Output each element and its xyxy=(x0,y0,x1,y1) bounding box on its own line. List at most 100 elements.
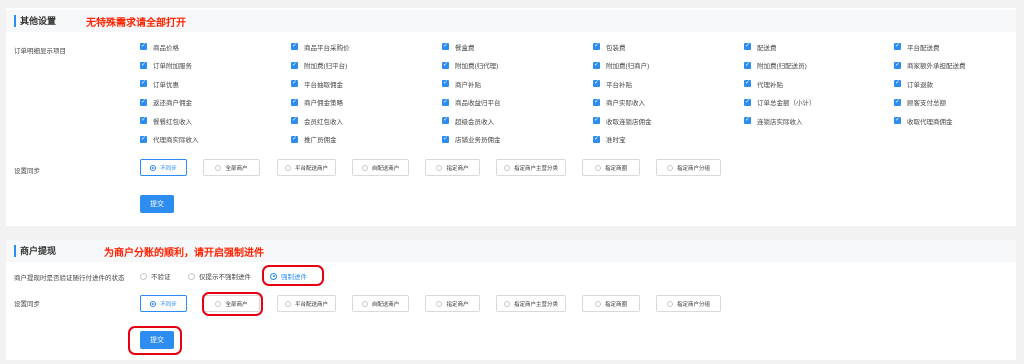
checkbox-item[interactable]: ✓ 返还商户佣金 xyxy=(140,98,192,107)
checkbox-item[interactable]: ✓ 商户实际收入 xyxy=(593,98,645,107)
radio-icon xyxy=(150,164,157,171)
sync-option[interactable]: 指定商户主营分类 xyxy=(496,295,566,312)
check-icon: ✓ xyxy=(140,98,147,106)
radio-icon xyxy=(666,300,673,307)
checkbox-item[interactable]: ✓ 附加费(归商户) xyxy=(593,61,649,70)
check-icon: ✓ xyxy=(894,117,901,124)
sync-option[interactable]: 自配送商户 xyxy=(352,295,409,312)
checkbox-item[interactable]: ✓ 订单优惠 xyxy=(140,79,179,89)
highlight-force-entry xyxy=(262,265,324,286)
check-icon: ✓ xyxy=(442,80,449,87)
section-note: 为商户分账的顺利，请开启强制进件 xyxy=(104,248,264,259)
checkbox-item[interactable]: ✓ 会员红包收入 xyxy=(291,116,343,126)
sync-option[interactable]: 指定商户 xyxy=(425,159,480,176)
radio-icon xyxy=(503,164,510,171)
checkbox-item[interactable]: ✓ 订单附加服务 xyxy=(140,61,192,70)
checkbox-item[interactable]: ✓ 商品平台采购价 xyxy=(291,42,350,52)
checkbox-item[interactable]: ✓ 平台抽取佣金 xyxy=(291,79,343,89)
check-icon: ✓ xyxy=(291,117,298,124)
check-icon: ✓ xyxy=(140,43,147,50)
checkbox-item[interactable]: ✓ 平台配送费 xyxy=(894,42,940,52)
sync-option[interactable]: 指定商圈 xyxy=(582,295,640,312)
check-icon: ✓ xyxy=(593,43,600,50)
radio-icon xyxy=(150,300,157,307)
checkbox-label: 准时宝 xyxy=(606,137,626,144)
radio-icon xyxy=(215,164,222,171)
check-icon: ✓ xyxy=(140,135,147,143)
sync-option[interactable]: 指定商户分组 xyxy=(656,159,721,176)
check-icon: ✓ xyxy=(291,43,298,50)
checkbox-label: 附加费(归商户) xyxy=(606,63,650,70)
checkbox-item[interactable]: ✓ 附加费(归代理) xyxy=(442,61,498,70)
checkbox-item[interactable]: ✓ 商家额外承担配送费 xyxy=(894,61,966,70)
checkbox-label: 配送费 xyxy=(757,44,777,52)
checkbox-item[interactable]: ✓ 顾客支付总额 xyxy=(894,98,946,107)
check-icon: ✓ xyxy=(140,117,147,124)
checkbox-item[interactable]: ✓ 超级会员收入 xyxy=(442,116,494,126)
checkbox-label: 商家额外承担配送费 xyxy=(907,63,966,70)
submit-button[interactable]: 提交 xyxy=(140,195,174,213)
check-icon: ✓ xyxy=(744,43,751,50)
checkbox-label: 连锁店实际收入 xyxy=(757,118,803,126)
sync-option-label: 平台配送商户 xyxy=(294,301,328,308)
sync-option-label: 指定商户 xyxy=(446,301,469,308)
radio-icon xyxy=(140,272,147,280)
section-note: 无特殊需求请全部打开 xyxy=(86,18,186,29)
checkbox-item[interactable]: ✓ 店铺业务员佣金 xyxy=(442,135,501,144)
section-accent-bar xyxy=(14,245,16,257)
checkbox-item[interactable]: ✓ 包装费 xyxy=(593,42,626,52)
checkbox-label: 商户佣金策略 xyxy=(304,100,343,107)
sync-option[interactable]: 不同步 xyxy=(140,295,187,312)
checkbox-item[interactable]: ✓ 商户佣金策略 xyxy=(291,98,343,107)
checkbox-item[interactable]: ✓ 订单总金额（小计） xyxy=(744,98,816,107)
checkbox-item[interactable]: ✓ 餐盒费 xyxy=(442,42,475,52)
radio-label: 仅提示不强制进件 xyxy=(199,274,251,281)
checkbox-item[interactable]: ✓ 配送费 xyxy=(744,42,777,52)
checkbox-item[interactable]: ✓ 商品价格 xyxy=(140,42,179,52)
checkbox-item[interactable]: ✓ 准时宝 xyxy=(593,135,626,144)
check-icon: ✓ xyxy=(442,117,449,124)
checkbox-item[interactable]: ✓ 收取代理商佣金 xyxy=(894,116,953,126)
checkbox-item[interactable]: ✓ 商品收益归平台 xyxy=(442,98,501,107)
sync-option[interactable]: 平台配送商户 xyxy=(277,295,336,312)
radio-no-verify[interactable]: 不验证 xyxy=(140,271,171,281)
checkbox-item[interactable]: ✓ 附加费(归平台) xyxy=(291,61,347,70)
sync-option[interactable]: 指定商户主营分类 xyxy=(496,159,566,176)
checkbox-item[interactable]: ✓ 附加费(归配送员) xyxy=(744,61,807,70)
sync-option[interactable]: 指定商户分组 xyxy=(656,295,721,312)
checkbox-item[interactable]: ✓ 餐餐红包收入 xyxy=(140,116,192,126)
checkbox-label: 附加费(归代理) xyxy=(455,63,499,70)
radio-icon xyxy=(594,164,601,171)
sync-option[interactable]: 指定商户 xyxy=(425,295,480,312)
checkbox-item[interactable]: ✓ 连锁店实际收入 xyxy=(744,116,803,126)
sync-option[interactable]: 自配送商户 xyxy=(352,159,409,176)
checkbox-label: 餐餐红包收入 xyxy=(153,118,192,126)
radio-icon xyxy=(436,300,443,307)
checkbox-label: 订单总金额（小计） xyxy=(757,100,816,107)
check-icon: ✓ xyxy=(291,135,298,143)
radio-prompt-only[interactable]: 仅提示不强制进件 xyxy=(188,271,251,281)
checkbox-item[interactable]: ✓ 推广员佣金 xyxy=(291,135,337,144)
check-icon: ✓ xyxy=(593,117,600,124)
checkbox-item[interactable]: ✓ 订单退款 xyxy=(894,79,933,89)
radio-label: 不验证 xyxy=(151,274,171,281)
checkbox-item[interactable]: ✓ 收取连锁店佣金 xyxy=(593,116,652,126)
radio-icon xyxy=(594,300,601,307)
check-icon: ✓ xyxy=(744,61,751,69)
checkbox-item[interactable]: ✓ 平台补贴 xyxy=(593,79,632,89)
checkbox-label: 附加费(归平台) xyxy=(304,63,348,70)
sync-option[interactable]: 不同步 xyxy=(140,159,187,176)
highlight-submit xyxy=(128,326,182,355)
sync-option[interactable]: 平台配送商户 xyxy=(277,159,336,176)
checkbox-label: 店铺业务员佣金 xyxy=(455,137,501,144)
section-header: 其他设置 无特殊需求请全部打开 xyxy=(6,10,1016,32)
sync-option[interactable]: 全部商户 xyxy=(203,159,260,176)
checkbox-item[interactable]: ✓ 代理补贴 xyxy=(744,79,783,89)
checkbox-item[interactable]: ✓ 商户补贴 xyxy=(442,79,481,89)
checkbox-label: 平台抽取佣金 xyxy=(304,81,343,89)
other-settings-panel: 其他设置 无特殊需求请全部打开 订单明细显示项目 ✓ 商品价格 ✓ 商品平台采购价 ✓ 餐… xyxy=(6,8,1016,226)
check-icon: ✓ xyxy=(442,98,449,106)
sync-option[interactable]: 指定商圈 xyxy=(582,159,640,176)
sync-option-label: 指定商户分组 xyxy=(676,165,710,172)
checkbox-item[interactable]: ✓ 代理商实际收入 xyxy=(140,135,199,144)
